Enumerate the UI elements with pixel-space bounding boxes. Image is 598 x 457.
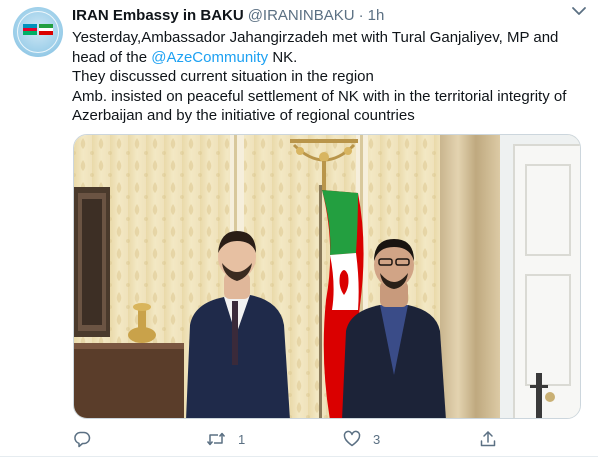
tweet-card[interactable]: IRAN Embassy in BAKU @IRANINBAKU · 1h Ye… xyxy=(0,0,598,457)
tweet-text-line: head of the @AzeCommunity NK. xyxy=(72,48,588,68)
user-handle[interactable]: @IRANINBAKU xyxy=(248,7,355,24)
share-button[interactable] xyxy=(479,428,497,450)
iran-flag-icon xyxy=(39,24,53,35)
retweet-button[interactable]: 1 xyxy=(206,428,245,450)
tweet-content: IRAN Embassy in BAKU @IRANINBAKU · 1h Ye… xyxy=(72,7,588,126)
tweet-text-fragment: head of the xyxy=(72,48,152,66)
avatar[interactable] xyxy=(13,7,63,57)
timestamp[interactable]: 1h xyxy=(368,7,385,24)
display-name[interactable]: IRAN Embassy in BAKU xyxy=(72,7,244,24)
chevron-down-icon xyxy=(572,7,586,15)
tweet-text-line: Azerbaijan and by the initiative of regi… xyxy=(72,107,415,124)
tweet-text-line: They discussed current situation in the … xyxy=(72,68,374,85)
reply-button[interactable] xyxy=(73,428,103,450)
tweet-actions: 1 3 xyxy=(73,428,543,450)
tweet-text-line: Amb. insisted on peaceful settlement of … xyxy=(72,87,567,105)
tweet-text-line: Yesterday,Ambassador Jahangirzadeh met w… xyxy=(72,29,559,46)
more-options-button[interactable] xyxy=(568,3,590,19)
like-count: 3 xyxy=(373,431,381,447)
tweet-text-fragment: NK. xyxy=(268,48,298,66)
tweet-text: Yesterday,Ambassador Jahangirzadeh met w… xyxy=(72,28,588,126)
reply-icon xyxy=(74,431,91,448)
meeting-photo xyxy=(74,135,580,418)
heart-icon xyxy=(343,430,361,447)
retweet-icon xyxy=(206,432,226,446)
share-icon xyxy=(480,431,496,447)
retweet-count: 1 xyxy=(238,431,246,447)
tweet-photo[interactable] xyxy=(73,134,581,419)
tweet-header: IRAN Embassy in BAKU @IRANINBAKU · 1h xyxy=(72,7,588,27)
mention-link[interactable]: @AzeCommunity xyxy=(151,49,268,66)
header-separator: · xyxy=(358,7,364,24)
azerbaijan-flag-icon xyxy=(23,24,37,35)
like-button[interactable]: 3 xyxy=(343,428,380,450)
